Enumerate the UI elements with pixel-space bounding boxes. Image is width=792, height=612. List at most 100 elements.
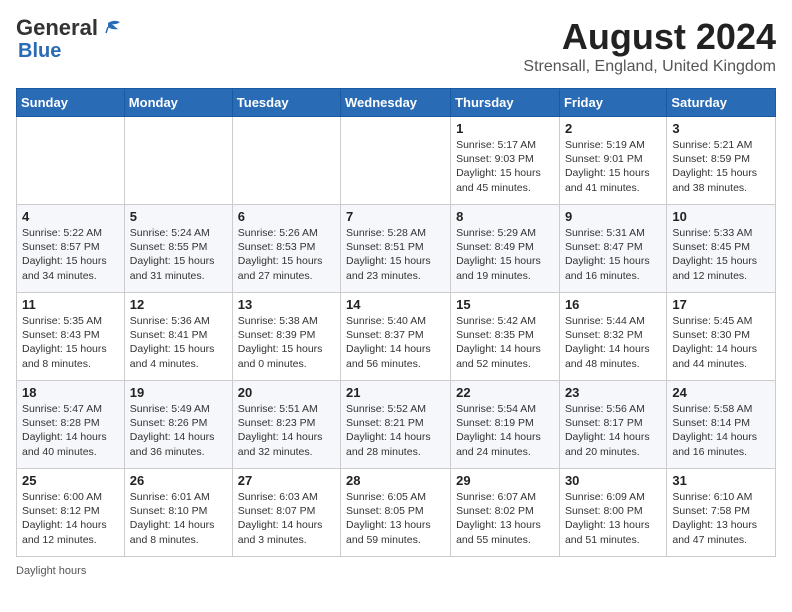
- calendar-cell: 13 Sunrise: 5:38 AMSunset: 8:39 PMDayligh…: [232, 293, 340, 381]
- day-number: 5: [130, 209, 227, 224]
- day-number: 17: [672, 297, 770, 312]
- calendar-table: SundayMondayTuesdayWednesdayThursdayFrid…: [16, 88, 776, 557]
- day-info: Sunrise: 5:33 AMSunset: 8:45 PMDaylight:…: [672, 226, 770, 283]
- day-number: 1: [456, 121, 554, 136]
- calendar-week-row: 25 Sunrise: 6:00 AMSunset: 8:12 PMDayligh…: [17, 469, 776, 557]
- calendar-cell: [341, 117, 451, 205]
- day-info: Sunrise: 5:45 AMSunset: 8:30 PMDaylight:…: [672, 314, 770, 371]
- day-info: Sunrise: 5:51 AMSunset: 8:23 PMDaylight:…: [238, 402, 335, 459]
- calendar-cell: 29 Sunrise: 6:07 AMSunset: 8:02 PMDayligh…: [451, 469, 560, 557]
- day-number: 20: [238, 385, 335, 400]
- day-number: 30: [565, 473, 661, 488]
- weekday-header: Friday: [559, 89, 666, 117]
- day-number: 2: [565, 121, 661, 136]
- calendar-cell: 19Sunrise: 5:49 AMSunset: 8:26 PMDayligh…: [124, 381, 232, 469]
- calendar-cell: 15 Sunrise: 5:42 AMSunset: 8:35 PMDayligh…: [451, 293, 560, 381]
- day-info: Sunrise: 5:26 AMSunset: 8:53 PMDaylight:…: [238, 226, 335, 283]
- day-number: 16: [565, 297, 661, 312]
- calendar-cell: 2 Sunrise: 5:19 AMSunset: 9:01 PMDaylight…: [559, 117, 666, 205]
- day-number: 22: [456, 385, 554, 400]
- weekday-header: Monday: [124, 89, 232, 117]
- day-number: 7: [346, 209, 445, 224]
- calendar-cell: 28Sunrise: 6:05 AMSunset: 8:05 PMDayligh…: [341, 469, 451, 557]
- day-info: Sunrise: 6:07 AMSunset: 8:02 PMDaylight:…: [456, 490, 554, 547]
- day-info: Sunrise: 5:35 AMSunset: 8:43 PMDaylight:…: [22, 314, 119, 371]
- calendar-cell: 5 Sunrise: 5:24 AMSunset: 8:55 PMDaylight…: [124, 205, 232, 293]
- calendar-cell: 21 Sunrise: 5:52 AMSunset: 8:21 PMDayligh…: [341, 381, 451, 469]
- day-info: Sunrise: 5:38 AMSunset: 8:39 PMDaylight:…: [238, 314, 335, 371]
- day-info: Sunrise: 6:00 AMSunset: 8:12 PMDaylight:…: [22, 490, 119, 547]
- day-info: Sunrise: 5:17 AMSunset: 9:03 PMDaylight:…: [456, 138, 554, 195]
- footer: Daylight hours: [16, 565, 776, 577]
- calendar-cell: 24 Sunrise: 5:58 AMSunset: 8:14 PMDayligh…: [667, 381, 776, 469]
- calendar-cell: 1 Sunrise: 5:17 AMSunset: 9:03 PMDaylight…: [451, 117, 560, 205]
- day-info: Sunrise: 5:21 AMSunset: 8:59 PMDaylight:…: [672, 138, 770, 195]
- day-info: Sunrise: 5:36 AMSunset: 8:41 PMDaylight:…: [130, 314, 227, 371]
- calendar-cell: 6Sunrise: 5:26 AMSunset: 8:53 PMDaylight…: [232, 205, 340, 293]
- logo-general-text: General: [16, 16, 98, 40]
- calendar-cell: 27Sunrise: 6:03 AMSunset: 8:07 PMDayligh…: [232, 469, 340, 557]
- day-number: 26: [130, 473, 227, 488]
- day-info: Sunrise: 5:24 AMSunset: 8:55 PMDaylight:…: [130, 226, 227, 283]
- weekday-header: Thursday: [451, 89, 560, 117]
- calendar-cell: 8Sunrise: 5:29 AMSunset: 8:49 PMDaylight…: [451, 205, 560, 293]
- day-number: 15: [456, 297, 554, 312]
- main-title: August 2024: [523, 16, 776, 58]
- day-info: Sunrise: 6:09 AMSunset: 8:00 PMDaylight:…: [565, 490, 661, 547]
- calendar-cell: 17 Sunrise: 5:45 AMSunset: 8:30 PMDayligh…: [667, 293, 776, 381]
- day-number: 8: [456, 209, 554, 224]
- day-number: 11: [22, 297, 119, 312]
- logo: General Blue: [16, 16, 122, 62]
- calendar-cell: 3 Sunrise: 5:21 AMSunset: 8:59 PMDaylight…: [667, 117, 776, 205]
- calendar-cell: 25 Sunrise: 6:00 AMSunset: 8:12 PMDayligh…: [17, 469, 125, 557]
- weekday-header-row: SundayMondayTuesdayWednesdayThursdayFrid…: [17, 89, 776, 117]
- calendar-cell: 4 Sunrise: 5:22 AMSunset: 8:57 PMDaylight…: [17, 205, 125, 293]
- calendar-cell: 20 Sunrise: 5:51 AMSunset: 8:23 PMDayligh…: [232, 381, 340, 469]
- day-info: Sunrise: 5:42 AMSunset: 8:35 PMDaylight:…: [456, 314, 554, 371]
- header: General Blue August 2024 Strensall, Engl…: [16, 16, 776, 76]
- calendar-cell: 12 Sunrise: 5:36 AMSunset: 8:41 PMDayligh…: [124, 293, 232, 381]
- day-number: 24: [672, 385, 770, 400]
- calendar-cell: 23Sunrise: 5:56 AMSunset: 8:17 PMDayligh…: [559, 381, 666, 469]
- weekday-header: Sunday: [17, 89, 125, 117]
- calendar-cell: 16Sunrise: 5:44 AMSunset: 8:32 PMDayligh…: [559, 293, 666, 381]
- subtitle: Strensall, England, United Kingdom: [523, 58, 776, 76]
- day-info: Sunrise: 5:49 AMSunset: 8:26 PMDaylight:…: [130, 402, 227, 459]
- day-number: 29: [456, 473, 554, 488]
- day-info: Sunrise: 5:56 AMSunset: 8:17 PMDaylight:…: [565, 402, 661, 459]
- day-info: Sunrise: 6:03 AMSunset: 8:07 PMDaylight:…: [238, 490, 335, 547]
- day-number: 25: [22, 473, 119, 488]
- day-info: Sunrise: 5:40 AMSunset: 8:37 PMDaylight:…: [346, 314, 445, 371]
- day-info: Sunrise: 5:19 AMSunset: 9:01 PMDaylight:…: [565, 138, 661, 195]
- day-info: Sunrise: 5:52 AMSunset: 8:21 PMDaylight:…: [346, 402, 445, 459]
- day-info: Sunrise: 5:54 AMSunset: 8:19 PMDaylight:…: [456, 402, 554, 459]
- logo-blue-text: Blue: [18, 40, 61, 62]
- calendar-cell: 31Sunrise: 6:10 AMSunset: 7:58 PMDayligh…: [667, 469, 776, 557]
- day-number: 10: [672, 209, 770, 224]
- calendar-cell: 10 Sunrise: 5:33 AMSunset: 8:45 PMDayligh…: [667, 205, 776, 293]
- calendar-cell: 22 Sunrise: 5:54 AMSunset: 8:19 PMDayligh…: [451, 381, 560, 469]
- calendar-cell: [232, 117, 340, 205]
- day-number: 21: [346, 385, 445, 400]
- day-info: Sunrise: 5:22 AMSunset: 8:57 PMDaylight:…: [22, 226, 119, 283]
- day-info: Sunrise: 5:58 AMSunset: 8:14 PMDaylight:…: [672, 402, 770, 459]
- day-number: 3: [672, 121, 770, 136]
- calendar-cell: 14 Sunrise: 5:40 AMSunset: 8:37 PMDayligh…: [341, 293, 451, 381]
- weekday-header: Saturday: [667, 89, 776, 117]
- day-info: Sunrise: 5:31 AMSunset: 8:47 PMDaylight:…: [565, 226, 661, 283]
- day-info: Sunrise: 6:01 AMSunset: 8:10 PMDaylight:…: [130, 490, 227, 547]
- day-number: 28: [346, 473, 445, 488]
- calendar-cell: 9Sunrise: 5:31 AMSunset: 8:47 PMDaylight…: [559, 205, 666, 293]
- calendar-week-row: 4 Sunrise: 5:22 AMSunset: 8:57 PMDaylight…: [17, 205, 776, 293]
- day-number: 4: [22, 209, 119, 224]
- calendar-week-row: 18Sunrise: 5:47 AMSunset: 8:28 PMDayligh…: [17, 381, 776, 469]
- calendar-cell: 18Sunrise: 5:47 AMSunset: 8:28 PMDayligh…: [17, 381, 125, 469]
- day-info: Sunrise: 5:28 AMSunset: 8:51 PMDaylight:…: [346, 226, 445, 283]
- day-number: 18: [22, 385, 119, 400]
- day-number: 12: [130, 297, 227, 312]
- day-number: 14: [346, 297, 445, 312]
- day-number: 13: [238, 297, 335, 312]
- calendar-cell: [124, 117, 232, 205]
- day-info: Sunrise: 6:10 AMSunset: 7:58 PMDaylight:…: [672, 490, 770, 547]
- weekday-header: Tuesday: [232, 89, 340, 117]
